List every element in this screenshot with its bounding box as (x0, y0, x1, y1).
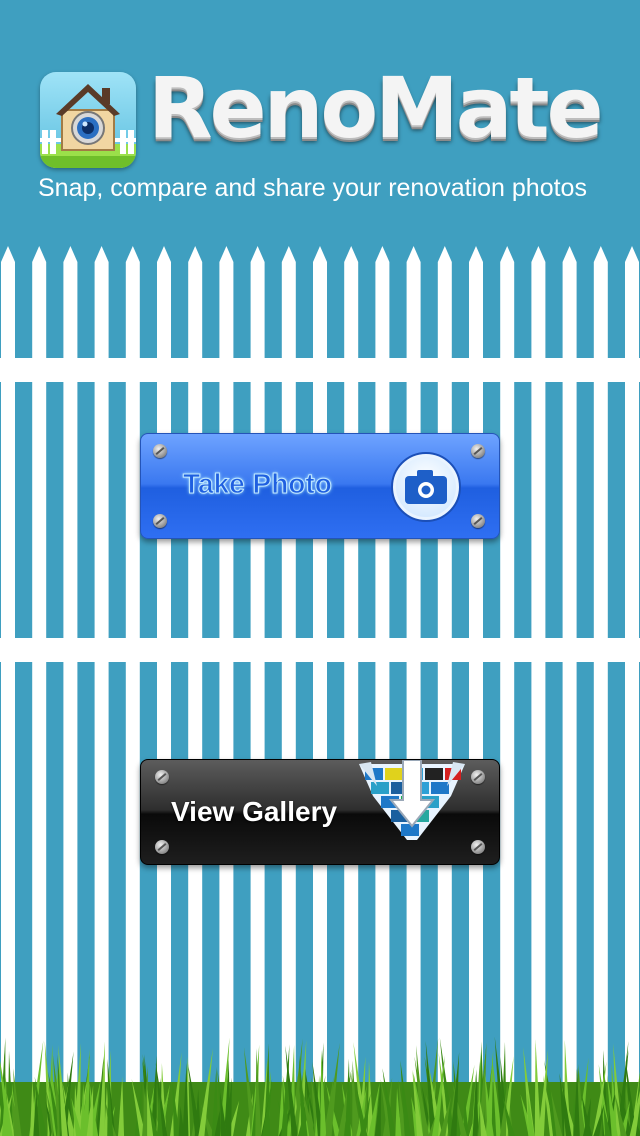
screw-icon (153, 444, 167, 458)
screw-icon (155, 770, 169, 784)
gallery-download-icon (347, 760, 477, 844)
view-gallery-button[interactable]: View Gallery (140, 759, 500, 865)
camera-icon (391, 452, 461, 522)
house-camera-icon (40, 72, 136, 168)
grass (0, 1036, 640, 1136)
view-gallery-label: View Gallery (171, 796, 338, 827)
screw-icon (155, 840, 169, 854)
take-photo-button[interactable]: Take Photo (140, 433, 500, 539)
header: RenoMate Snap, compare and share your re… (0, 0, 640, 240)
tagline: Snap, compare and share your renovation … (38, 174, 587, 202)
screw-icon (471, 514, 485, 528)
app-title: RenoMate (148, 59, 604, 157)
take-photo-label: Take Photo (183, 468, 333, 500)
screw-icon (153, 514, 167, 528)
screw-icon (471, 444, 485, 458)
picket-fence (0, 246, 640, 1136)
